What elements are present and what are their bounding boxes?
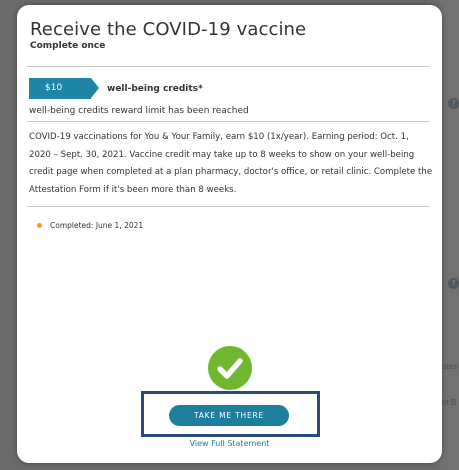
modal-subtitle: Complete once [30,41,106,51]
completed-date: Completed: June 1, 2021 [50,221,144,230]
completed-status: Completed: June 1, 2021 [37,221,143,230]
background-text: ates [442,362,458,371]
credit-row: $10 well-being credits* [29,78,203,99]
vaccine-modal: Receive the COVID-19 vaccine Complete on… [17,5,442,463]
description-text: COVID-19 vaccinations for You & Your Fam… [29,132,433,195]
divider [27,121,430,122]
view-full-statement-link[interactable]: View Full Statement [17,439,442,448]
check-circle-icon [208,346,252,390]
divider [27,66,430,67]
credit-label: well-being credits* [107,83,203,94]
limit-message: well-being credits reward limit has been… [29,106,249,116]
status-dot-icon [37,223,42,228]
take-me-there-button[interactable]: TAKE ME THERE [169,405,289,426]
background-text: nt B [442,398,457,407]
credit-amount-badge: $10 [29,78,99,99]
divider [27,206,430,207]
modal-title: Receive the COVID-19 vaccine [30,19,307,40]
help-icon: ? [448,98,459,109]
help-icon: ? [448,278,459,289]
